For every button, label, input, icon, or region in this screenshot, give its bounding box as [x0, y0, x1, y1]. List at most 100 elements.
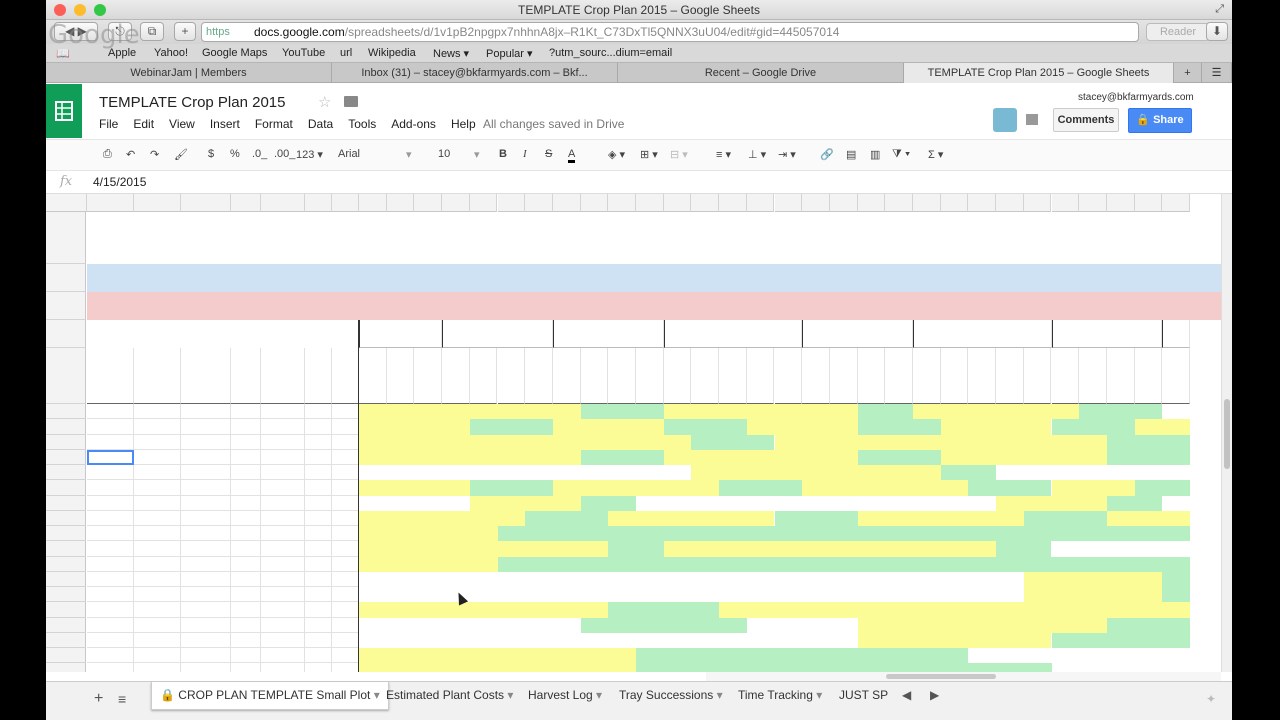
schedule-mark[interactable]: [362, 404, 473, 419]
paint-format-icon[interactable]: 🖌: [174, 148, 188, 161]
schedule-mark[interactable]: [885, 648, 913, 663]
data-cell[interactable]: [332, 510, 359, 526]
data-cell[interactable]: [332, 419, 359, 435]
column-header[interactable]: [181, 194, 231, 212]
schedule-mark[interactable]: [498, 526, 526, 541]
column-header[interactable]: [691, 194, 720, 212]
data-cell[interactable]: [231, 541, 261, 557]
data-cell[interactable]: [134, 663, 181, 672]
schedule-mark[interactable]: [913, 663, 941, 672]
data-cell[interactable]: [305, 449, 332, 465]
data-cell[interactable]: [87, 648, 134, 664]
menu-format[interactable]: Format: [255, 117, 293, 131]
column-header[interactable]: [386, 194, 415, 212]
data-cell[interactable]: [261, 449, 305, 465]
data-cell[interactable]: [134, 556, 181, 572]
schedule-mark[interactable]: [941, 526, 969, 541]
data-cell[interactable]: [261, 526, 305, 542]
schedule-mark[interactable]: [362, 526, 473, 541]
column-header[interactable]: [829, 194, 858, 212]
data-cell[interactable]: [181, 465, 231, 481]
schedule-mark[interactable]: [691, 663, 719, 672]
data-cell[interactable]: [134, 632, 181, 648]
schedule-mark[interactable]: [1024, 541, 1052, 556]
data-cell[interactable]: [231, 419, 261, 435]
column-header[interactable]: [719, 194, 747, 212]
column-header[interactable]: [857, 194, 886, 212]
schedule-mark[interactable]: [498, 557, 526, 572]
row-header[interactable]: [46, 663, 86, 672]
fullscreen-icon[interactable]: ⤢: [1215, 3, 1224, 16]
align-icon[interactable]: ≡ ▾: [716, 148, 731, 161]
schedule-mark[interactable]: [747, 663, 775, 672]
bookmark-google-maps[interactable]: Google Maps: [202, 47, 267, 59]
schedule-mark[interactable]: [362, 480, 473, 495]
schedule-mark[interactable]: [719, 557, 747, 572]
data-cell[interactable]: [134, 465, 181, 481]
schedule-mark[interactable]: [664, 602, 692, 617]
schedule-mark[interactable]: [858, 450, 886, 465]
chat-icon[interactable]: [1026, 114, 1038, 125]
sheet-tab-estimated-costs[interactable]: Estimated Plant Costs ▾: [378, 682, 521, 710]
row-header[interactable]: [46, 449, 86, 465]
schedule-mark[interactable]: [473, 496, 584, 511]
row-header[interactable]: [46, 556, 86, 572]
bookmark-utm[interactable]: ?utm_sourc...dium=email: [549, 47, 672, 59]
schedule-mark[interactable]: [556, 419, 667, 434]
schedule-mark[interactable]: [691, 602, 719, 617]
data-cell[interactable]: [231, 571, 261, 587]
schedule-mark[interactable]: [1135, 526, 1163, 541]
schedule-mark[interactable]: [694, 465, 805, 480]
data-cell[interactable]: [261, 602, 305, 618]
data-cell[interactable]: [134, 526, 181, 542]
schedule-mark[interactable]: [362, 648, 473, 663]
schedule-mark[interactable]: [885, 419, 913, 434]
sheet-tab-harvest-log[interactable]: Harvest Log ▾: [520, 682, 610, 710]
data-cell[interactable]: [87, 419, 134, 435]
schedule-mark[interactable]: [1052, 526, 1080, 541]
schedule-mark[interactable]: [1107, 450, 1135, 465]
data-cell[interactable]: [87, 526, 134, 542]
schedule-mark[interactable]: [1024, 511, 1052, 526]
data-cell[interactable]: [231, 526, 261, 542]
data-cell[interactable]: [261, 587, 305, 603]
schedule-mark[interactable]: [608, 450, 636, 465]
schedule-mark[interactable]: [775, 526, 803, 541]
schedule-mark[interactable]: [775, 648, 803, 663]
data-cell[interactable]: [332, 526, 359, 542]
schedule-mark[interactable]: [362, 557, 473, 572]
schedule-mark[interactable]: [362, 435, 473, 450]
schedule-mark[interactable]: [1135, 480, 1163, 495]
schedule-mark[interactable]: [525, 419, 553, 434]
schedule-mark[interactable]: [553, 557, 581, 572]
menu-addons[interactable]: Add-ons: [391, 117, 436, 131]
data-cell[interactable]: [261, 571, 305, 587]
font-select[interactable]: Arial: [338, 148, 360, 160]
data-cell[interactable]: [87, 541, 134, 557]
data-cell[interactable]: [332, 541, 359, 557]
schedule-mark[interactable]: [885, 526, 913, 541]
data-cell[interactable]: [305, 571, 332, 587]
schedule-mark[interactable]: [691, 526, 719, 541]
row-header[interactable]: [46, 404, 86, 420]
schedule-mark[interactable]: [525, 526, 553, 541]
row-header[interactable]: [46, 526, 86, 542]
data-cell[interactable]: [332, 449, 359, 465]
column-header[interactable]: [968, 194, 997, 212]
schedule-mark[interactable]: [691, 435, 719, 450]
data-cell[interactable]: [87, 663, 134, 672]
data-cell[interactable]: [87, 602, 134, 618]
schedule-mark[interactable]: [1162, 572, 1190, 587]
schedule-mark[interactable]: [802, 663, 830, 672]
bookmark-yahoo[interactable]: Yahoo!: [154, 47, 188, 59]
schedule-mark[interactable]: [1107, 435, 1135, 450]
column-header[interactable]: [913, 194, 941, 212]
data-cell[interactable]: [134, 617, 181, 633]
schedule-mark[interactable]: [1024, 557, 1052, 572]
schedule-mark[interactable]: [362, 541, 473, 556]
schedule-mark[interactable]: [470, 480, 498, 495]
data-cell[interactable]: [332, 617, 359, 633]
schedule-mark[interactable]: [775, 511, 803, 526]
data-cell[interactable]: [181, 617, 231, 633]
data-cell[interactable]: [231, 495, 261, 511]
